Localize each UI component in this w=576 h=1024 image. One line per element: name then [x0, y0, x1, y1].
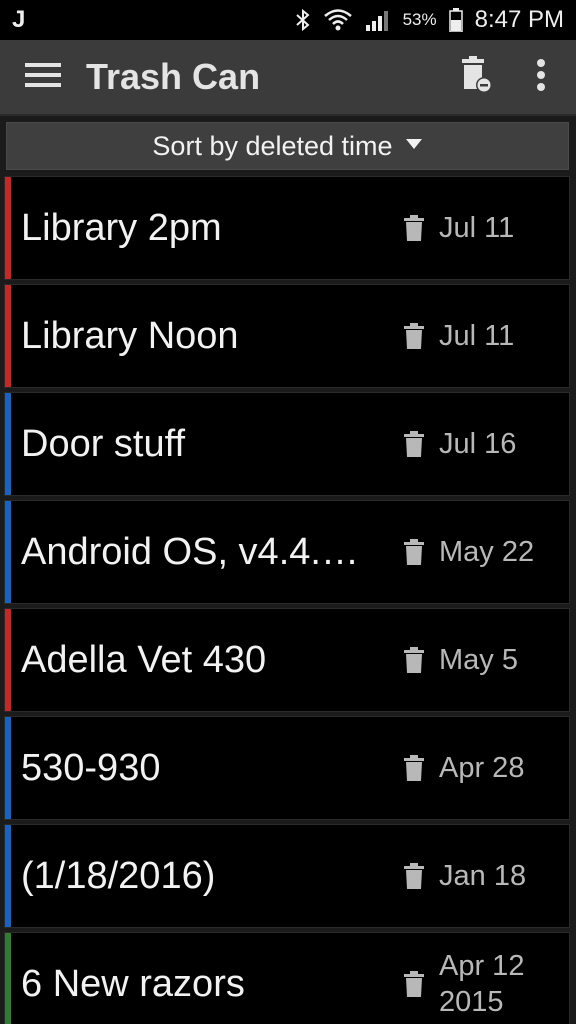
page-title: Trash Can [86, 56, 261, 97]
list-item[interactable]: (1/18/2016) Jan 18 [4, 824, 570, 928]
item-title: Library 2pm [21, 206, 222, 249]
deleted-date: Apr 28 [439, 752, 525, 784]
empty-trash-button[interactable] [446, 39, 506, 115]
list-item[interactable]: Adella Vet 430 May 5 [4, 608, 570, 712]
trash-icon [403, 755, 425, 781]
list-item[interactable]: Android OS, v4.4.4… May 22 [4, 500, 570, 604]
item-title: Door stuff [21, 422, 186, 465]
color-label-strip [5, 393, 11, 495]
color-label-strip [5, 717, 11, 819]
trash-icon [403, 539, 425, 565]
hamburger-menu-icon [25, 62, 61, 93]
item-title: Library Noon [21, 314, 239, 357]
status-clock: 8:47 PM [474, 6, 564, 33]
trash-icon [403, 863, 425, 889]
item-title: Android OS, v4.4.4… [21, 530, 379, 573]
color-label-strip [5, 501, 11, 603]
color-label-strip [5, 177, 11, 279]
sort-dropdown[interactable]: Sort by deleted time [6, 122, 569, 170]
list-item[interactable]: Door stuff Jul 16 [4, 392, 570, 496]
status-bar: J 53% 8:47 PM [0, 0, 576, 40]
list-item[interactable]: Library 2pm Jul 11 [4, 176, 570, 280]
trash-list: Library 2pm Jul 11 Library Noon Jul 11 Door … [4, 176, 570, 1024]
item-title: (1/18/2016) [21, 854, 216, 897]
deleted-date: May 22 [439, 536, 535, 568]
more-vert-icon [536, 58, 546, 97]
color-label-strip [5, 825, 11, 927]
triangle-down-icon [405, 137, 423, 155]
deleted-date: Jul 11 [439, 320, 515, 352]
color-label-strip [5, 285, 11, 387]
wifi-icon [323, 8, 353, 32]
overflow-menu-button[interactable] [506, 39, 576, 115]
item-title: 530-930 [21, 746, 161, 789]
signal-icon [365, 9, 391, 31]
bluetooth-icon [295, 8, 311, 32]
menu-button[interactable] [0, 39, 86, 115]
color-label-strip [5, 609, 11, 711]
trash-remove-icon [459, 55, 493, 100]
notification-app-icon: J [12, 6, 26, 33]
trash-icon [403, 431, 425, 457]
list-item[interactable]: Library Noon Jul 11 [4, 284, 570, 388]
trash-icon [403, 215, 425, 241]
deleted-date: May 5 [439, 644, 518, 676]
deleted-date: Jul 11 [439, 212, 515, 244]
list-item[interactable]: 530-930 Apr 28 [4, 716, 570, 820]
app-bar: Trash Can [0, 40, 576, 116]
item-title: 6 New razors [21, 962, 245, 1005]
deleted-date: Jul 16 [439, 428, 517, 460]
trash-icon [403, 971, 425, 997]
list-item[interactable]: 6 New razors Apr 12 2015 [4, 932, 570, 1024]
trash-icon [403, 323, 425, 349]
status-icons: 53% 8:47 PM [295, 6, 564, 34]
color-label-strip [5, 933, 11, 1024]
item-title: Adella Vet 430 [21, 638, 267, 681]
deleted-date: Jan 18 [439, 860, 527, 892]
trash-icon [403, 647, 425, 673]
battery-icon [448, 8, 463, 32]
battery-percent: 53% [402, 10, 437, 29]
deleted-date: Apr 12 2015 [439, 950, 525, 1018]
sort-label: Sort by deleted time [152, 130, 393, 161]
